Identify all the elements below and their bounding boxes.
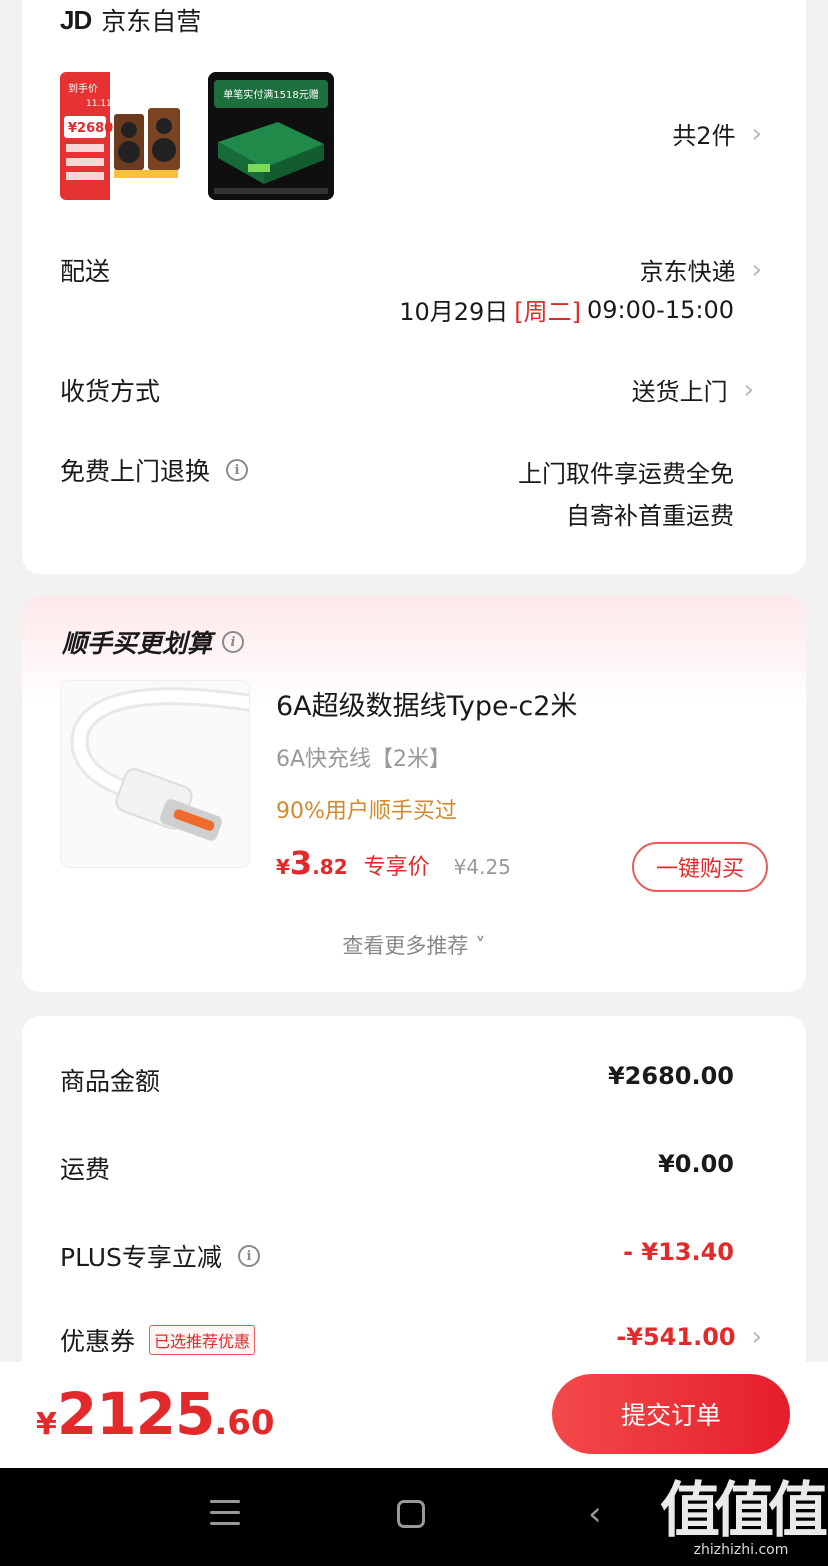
delivery-time-range: 09:00-15:00 (587, 295, 734, 324)
shipping-fee-value: ¥0.00 (658, 1150, 734, 1178)
order-confirm-page: JD 京东自营 ¥2680 到手价 11.11 单笔实付满1518元赠 共2件 … (0, 0, 828, 1566)
thumb-text-1: 到手价 (68, 82, 98, 95)
recent-apps-icon[interactable] (210, 1500, 240, 1530)
recommended-product-hint: 90%用户顺手买过 (276, 799, 457, 824)
home-icon[interactable] (397, 1500, 425, 1528)
receive-method-value: 送货上门 (631, 378, 728, 406)
cable-product-image[interactable] (60, 680, 250, 868)
price-decimal: .82 (312, 855, 348, 879)
product-thumbnail-gift[interactable]: 单笔实付满1518元赠 (208, 72, 334, 200)
delivery-date: 10月29日 (399, 298, 509, 326)
goods-amount-value: ¥2680.00 (607, 1062, 734, 1090)
free-return-row: 免费上门退换 i (60, 452, 249, 488)
receive-method-link[interactable]: 送货上门 › (632, 372, 754, 407)
item-count: 共2件 (672, 122, 736, 150)
receive-method-label: 收货方式 (60, 377, 161, 406)
recommendation-card: 顺手买更划算 i 6A超级数据线Type-c2米 6A快充线【2米】 90%用户… (22, 596, 806, 992)
free-return-line2: 自寄补首重运费 (566, 502, 734, 530)
plus-discount-row: PLUS专享立减 i (60, 1238, 260, 1274)
jd-logo: JD (60, 4, 92, 35)
shipping-fee-label: 运费 (60, 1155, 111, 1184)
recommendation-title: 顺手买更划算 (62, 629, 213, 658)
item-count-link[interactable]: 共2件 › (672, 116, 762, 151)
coupon-link[interactable]: -¥541.00 › (616, 1322, 762, 1352)
free-return-label: 免费上门退换 (60, 457, 211, 486)
price-symbol: ¥ (276, 855, 290, 879)
info-icon[interactable]: i (226, 459, 249, 481)
system-nav-bar: ‹ 值值值 zhizhizhi.com (0, 1468, 828, 1566)
exclusive-price-tag: 专享价 (363, 855, 430, 880)
coupon-badge: 已选推荐优惠 (149, 1325, 256, 1355)
watermark: 值值值 zhizhizhi.com (660, 1476, 828, 1558)
shop-header: JD 京东自营 (60, 0, 201, 40)
info-icon[interactable]: i (222, 631, 245, 653)
delivery-carrier-link[interactable]: 京东快递 › (640, 252, 762, 287)
one-click-buy-button[interactable]: 一键购买 (632, 842, 768, 892)
delivery-label: 配送 (60, 257, 111, 286)
delivery-carrier: 京东快递 (639, 258, 736, 286)
back-icon[interactable]: ‹ (588, 1494, 602, 1534)
shop-name: 京东自营 (101, 7, 202, 36)
plus-discount-label: PLUS专享立减 (60, 1243, 222, 1272)
chevron-right-icon: › (751, 1322, 762, 1352)
delivery-weekday: [周二] (514, 298, 581, 326)
watermark-logo: 值值值 (660, 1476, 828, 1546)
usb-cable-image (70, 687, 249, 841)
shop-card: JD 京东自营 ¥2680 到手价 11.11 单笔实付满1518元赠 共2件 … (22, 0, 806, 574)
product-thumbnail-speakers[interactable]: ¥2680 到手价 11.11 (60, 72, 186, 200)
order-total: ¥ 2125 .60 (36, 1380, 275, 1448)
see-more-recommendations[interactable]: 查看更多推荐 ˅ (22, 930, 806, 960)
gift-banner-text: 单笔实付满1518元赠 (223, 88, 318, 101)
price-breakdown-card: 商品金额 ¥2680.00 运费 ¥0.00 PLUS专享立减 i - ¥13.… (22, 1016, 806, 1416)
delivery-time[interactable]: 10月29日 [周二] 09:00-15:00 (399, 292, 734, 327)
speakers-image: ¥2680 到手价 11.11 (60, 72, 180, 200)
goods-amount-label: 商品金额 (60, 1067, 161, 1096)
recommended-product-price: ¥ 3 .82 专享价 ¥4.25 (276, 844, 511, 882)
info-icon[interactable]: i (237, 1245, 260, 1267)
plus-discount-value: - ¥13.40 (623, 1238, 734, 1266)
chevron-right-icon: › (743, 374, 754, 405)
price-integer: 3 (289, 844, 313, 882)
recommended-product-spec: 6A快充线【2米】 (276, 747, 452, 772)
coupon-value: -¥541.00 (616, 1323, 736, 1351)
total-symbol: ¥ (36, 1407, 57, 1442)
coupon-row: 优惠券 已选推荐优惠 (60, 1322, 256, 1358)
coupon-label: 优惠券 (60, 1327, 136, 1356)
free-return-line1: 上门取件享运费全免 (518, 460, 734, 488)
thumb-price-text: ¥2680 (68, 121, 113, 136)
original-price: ¥4.25 (453, 855, 511, 879)
recommendation-title-row: 顺手买更划算 i (62, 624, 245, 660)
thumb-text-2: 11.11 (86, 99, 112, 109)
total-integer: 2125 (56, 1380, 215, 1448)
recommended-product-name[interactable]: 6A超级数据线Type-c2米 (276, 684, 577, 723)
total-decimal: .60 (214, 1403, 275, 1443)
chevron-right-icon: › (751, 254, 762, 285)
gift-box-image: 单笔实付满1518元赠 (208, 72, 334, 200)
submit-order-button[interactable]: 提交订单 (552, 1374, 790, 1454)
chevron-right-icon: › (751, 118, 762, 149)
checkout-bar: ¥ 2125 .60 提交订单 (0, 1362, 828, 1468)
